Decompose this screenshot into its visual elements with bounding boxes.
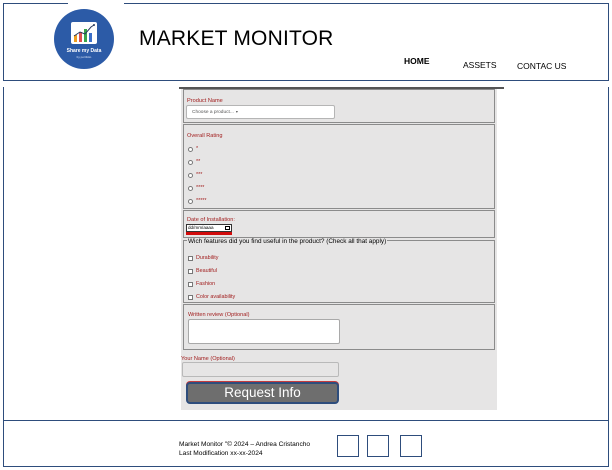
footer-last-modified: Last Modification xx-xx-2024 <box>179 450 263 457</box>
date-placeholder: dd/mm/aaaa <box>188 225 214 230</box>
rating-option-3[interactable]: *** <box>188 171 202 179</box>
checkbox[interactable] <box>188 294 193 300</box>
rating-option-label: * <box>196 146 199 152</box>
feature-option-label: Beautiful <box>196 268 217 274</box>
social-icon-3[interactable] <box>400 435 422 457</box>
logo-title: Share my Data <box>66 48 102 54</box>
feature-option-label: Durability <box>196 255 219 261</box>
radio-button[interactable] <box>188 198 193 204</box>
rating-option-label: ** <box>196 159 201 165</box>
feature-option-label: Fashion <box>196 281 216 287</box>
social-icon-2[interactable] <box>367 435 389 457</box>
your-name-input[interactable] <box>182 362 339 377</box>
rating-option-1[interactable]: * <box>188 145 198 153</box>
rating-option-5[interactable]: ***** <box>188 197 207 205</box>
nav-home[interactable]: HOME <box>404 56 430 66</box>
radio-button[interactable] <box>188 159 193 165</box>
installation-date-input[interactable]: dd/mm/aaaa <box>186 224 232 232</box>
checkbox[interactable] <box>188 268 193 274</box>
calendar-icon[interactable] <box>225 226 230 230</box>
overall-rating-label: Overall Rating <box>187 133 223 139</box>
date-validation-bar <box>186 232 232 235</box>
nav-contact-us[interactable]: CONTAC US <box>517 61 566 71</box>
rating-option-label: *** <box>196 172 203 178</box>
radio-button[interactable] <box>188 146 193 152</box>
feature-option-label: Color availability <box>196 294 236 300</box>
logo-subtitle: by portfolio <box>76 55 92 59</box>
site-header: Share my Data by portfolio MARKET MONITO… <box>3 3 609 81</box>
form-top-rule <box>179 87 504 89</box>
feature-option-durability[interactable]: Durability <box>188 254 218 262</box>
feature-option-fashion[interactable]: Fashion <box>188 280 215 288</box>
nav-assets[interactable]: ASSETS <box>463 60 497 70</box>
logo[interactable]: Share my Data by portfolio <box>54 9 114 69</box>
checkbox[interactable] <box>188 281 193 287</box>
rating-fieldset <box>183 124 495 209</box>
radio-button[interactable] <box>188 172 193 178</box>
chevron-down-icon: ▾ <box>235 109 238 114</box>
rating-option-4[interactable]: **** <box>188 184 204 192</box>
bar-chart-trend-icon <box>71 22 97 44</box>
product-select[interactable]: Choose a product... ▾ <box>186 105 335 119</box>
feature-option-beautiful[interactable]: Beautiful <box>188 267 217 275</box>
rating-option-label: ***** <box>196 198 207 204</box>
product-select-value: Choose a product... <box>192 110 234 115</box>
social-icon-1[interactable] <box>337 435 359 457</box>
rating-option-2[interactable]: ** <box>188 158 200 166</box>
logo-tab <box>68 3 124 6</box>
rating-option-label: **** <box>196 185 205 191</box>
request-info-button[interactable]: Request Info <box>186 382 339 404</box>
site-title: MARKET MONITOR <box>139 27 334 50</box>
footer-copyright: Market Monitor "© 2024 – Andrea Cristanc… <box>179 441 311 448</box>
feature-option-color-availability[interactable]: Color availability <box>188 293 235 301</box>
radio-button[interactable] <box>188 185 193 191</box>
written-review-textarea[interactable] <box>188 319 340 344</box>
written-review-label: Written review (Optional) <box>188 312 250 318</box>
checkbox[interactable] <box>188 255 193 261</box>
product-name-label: Product Name <box>187 98 223 104</box>
features-legend: Wich features did you find useful in the… <box>187 238 388 245</box>
installation-date-label: Date of Installation: <box>187 217 235 223</box>
